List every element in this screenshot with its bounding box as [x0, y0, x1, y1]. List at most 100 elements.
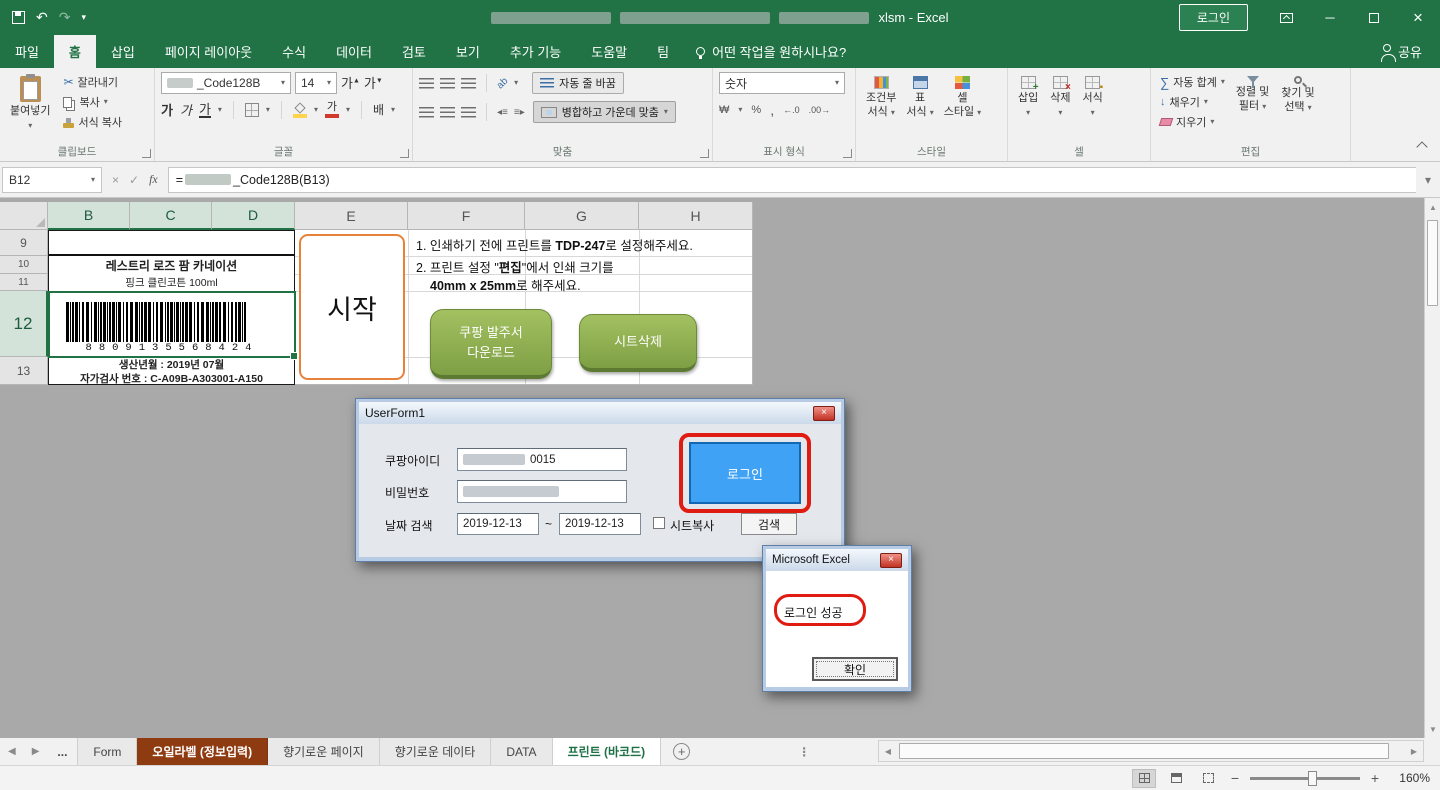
zoom-slider[interactable]: [1250, 777, 1360, 780]
increase-indent-icon[interactable]: ≡▸: [514, 107, 525, 118]
date-to-input[interactable]: 2019-12-13: [559, 513, 641, 535]
minimize-button[interactable]: ─: [1308, 0, 1352, 35]
column-header-E[interactable]: E: [295, 202, 408, 230]
alignment-dialog-launcher[interactable]: [700, 149, 709, 158]
cancel-entry-icon[interactable]: ×: [112, 173, 119, 187]
userform-login-button[interactable]: 로그인: [689, 442, 801, 504]
font-size-combo[interactable]: 14▾: [295, 72, 337, 94]
autosum-button[interactable]: ∑자동 합계▾: [1157, 72, 1228, 92]
conditional-formatting-button[interactable]: 조건부서식 ▾: [862, 72, 900, 120]
msgbox-title-bar[interactable]: Microsoft Excel ×: [766, 549, 908, 571]
tab-file[interactable]: 파일: [0, 35, 54, 68]
tabbar-dots-icon[interactable]: ⋮: [792, 738, 816, 765]
zoom-level[interactable]: 160%: [1390, 771, 1430, 785]
align-bottom-icon[interactable]: [461, 78, 476, 89]
insert-function-icon[interactable]: fx: [149, 172, 158, 187]
bold-button[interactable]: 가: [161, 104, 173, 117]
format-cells-button[interactable]: ▪ 서식▾: [1079, 72, 1107, 117]
share-button[interactable]: 공유: [1383, 35, 1440, 68]
normal-view-button[interactable]: [1132, 769, 1156, 788]
fill-button[interactable]: ↓채우기▾: [1157, 92, 1228, 112]
date-from-input[interactable]: 2019-12-13: [457, 513, 539, 535]
tab-team[interactable]: 팀: [642, 35, 684, 68]
font-name-combo[interactable]: _Code128B ▾: [161, 72, 291, 94]
align-middle-icon[interactable]: [440, 78, 455, 89]
comma-style-icon[interactable]: ,: [770, 102, 774, 118]
delete-sheet-button[interactable]: 시트삭제: [579, 314, 697, 372]
tab-addins[interactable]: 추가 기능: [495, 35, 576, 68]
tab-help[interactable]: 도움말: [576, 35, 642, 68]
shrink-font-button[interactable]: 가▼: [364, 77, 383, 90]
close-button[interactable]: ×: [1396, 0, 1440, 35]
align-left-icon[interactable]: [419, 107, 434, 118]
align-center-icon[interactable]: [440, 107, 455, 118]
sheet-tab-fragrant-data[interactable]: 향기로운 데이타: [380, 738, 492, 765]
sheet-tab-data[interactable]: DATA: [491, 738, 552, 765]
hscroll-right-icon[interactable]: ▶: [1405, 741, 1423, 761]
italic-button[interactable]: 가: [180, 104, 192, 117]
horizontal-scrollbar[interactable]: ◀ ▶: [878, 740, 1424, 762]
tab-page-layout[interactable]: 페이지 레이아웃: [150, 35, 267, 68]
paste-button[interactable]: 붙여넣기 ▾: [6, 72, 54, 130]
sheet-copy-checkbox[interactable]: [653, 517, 665, 529]
sheet-tab-print-barcode[interactable]: 프린트 (바코드): [553, 738, 662, 765]
page-layout-view-button[interactable]: [1164, 769, 1188, 788]
grow-font-button[interactable]: 가▲: [341, 77, 360, 90]
tab-data[interactable]: 데이터: [321, 35, 387, 68]
percent-style-icon[interactable]: %: [751, 104, 761, 116]
cell-styles-button[interactable]: 셀스타일 ▾: [940, 72, 985, 120]
clipboard-dialog-launcher[interactable]: [142, 149, 151, 158]
column-header-C[interactable]: C: [130, 202, 212, 230]
selected-barcode-cell[interactable]: 8809135568424: [48, 291, 296, 358]
fill-color-button[interactable]: [293, 103, 307, 118]
tell-me-search[interactable]: 어떤 작업을 원하시나요?: [684, 35, 858, 68]
row-header-11[interactable]: 11: [0, 274, 48, 291]
msgbox-close-button[interactable]: ×: [880, 553, 902, 568]
redo-icon[interactable]: ↷: [59, 9, 71, 26]
column-header-G[interactable]: G: [525, 202, 639, 230]
column-header-H[interactable]: H: [639, 202, 753, 230]
save-icon[interactable]: [12, 11, 25, 24]
tab-formulas[interactable]: 수식: [267, 35, 321, 68]
expand-formula-bar-icon[interactable]: ▾: [1416, 173, 1440, 187]
format-as-table-button[interactable]: 표서식 ▾: [902, 72, 937, 120]
column-header-F[interactable]: F: [408, 202, 525, 230]
clear-button[interactable]: 지우기▾: [1157, 112, 1228, 132]
accounting-format-icon[interactable]: ₩: [719, 104, 729, 116]
scroll-down-icon[interactable]: ▼: [1425, 720, 1440, 738]
zoom-out-button[interactable]: −: [1228, 770, 1242, 786]
coupang-download-button[interactable]: 쿠팡 발주서 다운로드: [430, 309, 552, 379]
qat-dropdown-icon[interactable]: ▾: [81, 12, 86, 23]
column-header-D[interactable]: D: [212, 202, 295, 230]
coupang-id-input[interactable]: 0015: [457, 448, 627, 471]
name-box[interactable]: B12 ▾: [2, 167, 102, 193]
align-top-icon[interactable]: [419, 78, 434, 89]
zoom-in-button[interactable]: +: [1368, 770, 1382, 786]
row-header-13[interactable]: 13: [0, 357, 48, 385]
find-select-button[interactable]: 찾기 및선택 ▾: [1277, 72, 1318, 115]
tab-home[interactable]: 홈: [54, 35, 96, 68]
vertical-scroll-thumb[interactable]: [1427, 220, 1438, 306]
collapse-ribbon-icon[interactable]: [1416, 141, 1427, 152]
undo-icon[interactable]: ↶: [36, 9, 48, 26]
copy-button[interactable]: 복사▾: [60, 92, 125, 112]
decrease-decimal-icon[interactable]: .00→: [809, 105, 831, 115]
tab-view[interactable]: 보기: [441, 35, 495, 68]
column-header-B[interactable]: B: [48, 202, 130, 230]
password-input[interactable]: [457, 480, 627, 503]
maximize-button[interactable]: [1352, 0, 1396, 35]
search-button[interactable]: 검색: [741, 513, 797, 535]
merge-center-button[interactable]: 병합하고 가운데 맞춤 ▾: [533, 101, 676, 123]
format-painter-button[interactable]: 서식 복사: [60, 112, 125, 132]
scroll-up-icon[interactable]: ▲: [1425, 198, 1440, 216]
tab-review[interactable]: 검토: [387, 35, 441, 68]
font-color-button[interactable]: 가: [325, 102, 339, 118]
phonetic-guide-button[interactable]: 배: [373, 104, 384, 116]
page-break-view-button[interactable]: [1196, 769, 1220, 788]
borders-icon[interactable]: [245, 103, 259, 117]
select-all-corner[interactable]: [0, 202, 48, 230]
userform-close-button[interactable]: ×: [813, 406, 835, 421]
row-header-12[interactable]: 12: [0, 291, 48, 357]
confirm-entry-icon[interactable]: ✓: [129, 173, 139, 187]
horizontal-scroll-thumb[interactable]: [899, 743, 1389, 759]
